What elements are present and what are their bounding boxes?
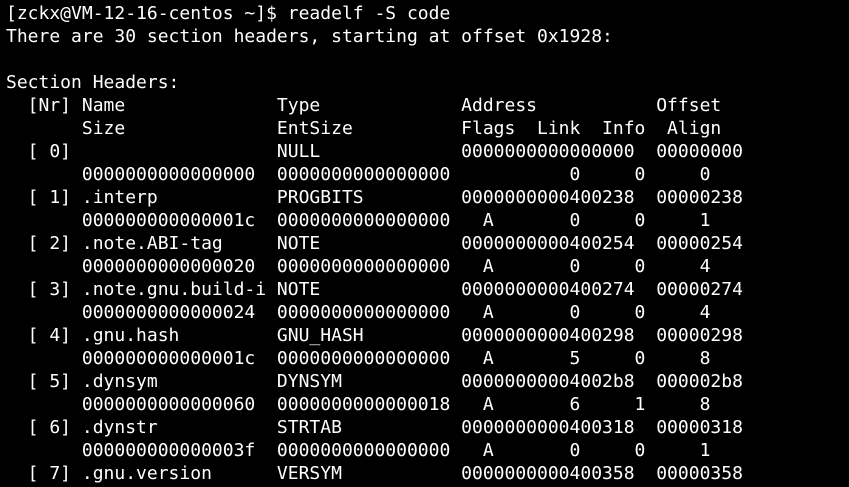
prompt-line: [zckx@VM-12-16-centos ~]$ readelf -S cod… xyxy=(6,3,451,24)
section-row-1-secondary: 000000000000001c 0000000000000000 A 0 0 … xyxy=(6,210,711,231)
section-row-2-primary: [ 2] .note.ABI-tag NOTE 0000000000400254… xyxy=(6,233,743,254)
section-headers-title: Section Headers: xyxy=(6,72,180,93)
column-header-line-2: Size EntSize Flags Link Info Align xyxy=(6,118,722,139)
section-row-5-primary: [ 5] .dynsym DYNSYM 00000000004002b8 000… xyxy=(6,371,743,392)
terminal-window[interactable]: [zckx@VM-12-16-centos ~]$ readelf -S cod… xyxy=(0,0,849,487)
section-row-7-primary: [ 7] .gnu.version VERSYM 000000000040035… xyxy=(6,463,743,484)
section-row-1-primary: [ 1] .interp PROGBITS 0000000000400238 0… xyxy=(6,187,743,208)
summary-line: There are 30 section headers, starting a… xyxy=(6,26,613,47)
section-row-5-secondary: 0000000000000060 0000000000000018 A 6 1 … xyxy=(6,394,711,415)
section-row-0-secondary: 0000000000000000 0000000000000000 0 0 0 xyxy=(6,164,711,185)
section-row-0-primary: [ 0] NULL 0000000000000000 00000000 xyxy=(6,141,743,162)
section-row-3-primary: [ 3] .note.gnu.build-i NOTE 000000000040… xyxy=(6,279,743,300)
section-row-4-secondary: 000000000000001c 0000000000000000 A 5 0 … xyxy=(6,348,711,369)
section-row-6-primary: [ 6] .dynstr STRTAB 0000000000400318 000… xyxy=(6,417,743,438)
section-row-3-secondary: 0000000000000024 0000000000000000 A 0 0 … xyxy=(6,302,711,323)
section-row-6-secondary: 000000000000003f 0000000000000000 A 0 0 … xyxy=(6,440,711,461)
section-row-4-primary: [ 4] .gnu.hash GNU_HASH 0000000000400298… xyxy=(6,325,743,346)
section-row-2-secondary: 0000000000000020 0000000000000000 A 0 0 … xyxy=(6,256,711,277)
column-header-line-1: [Nr] Name Type Address Offset xyxy=(6,95,722,116)
